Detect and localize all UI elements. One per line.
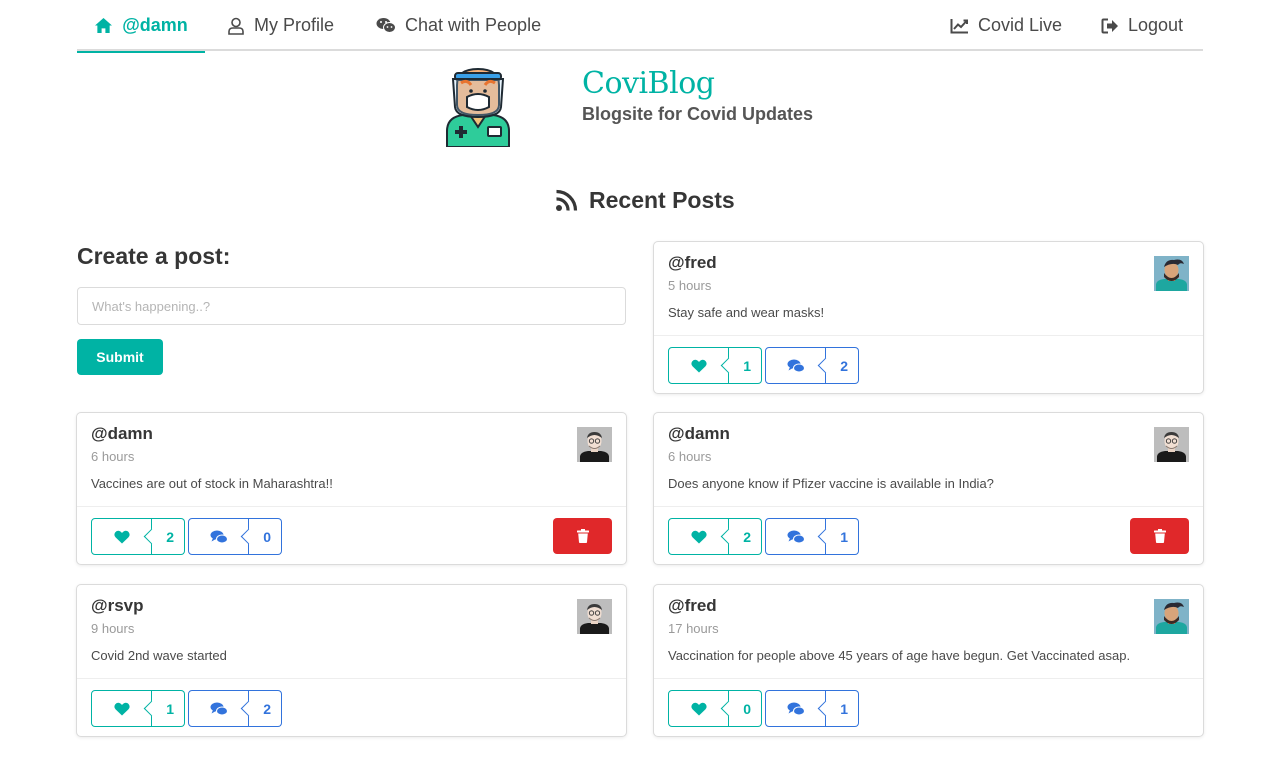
heart-icon <box>113 702 130 716</box>
comment-control: 0 <box>188 518 282 555</box>
delete-post-button[interactable] <box>553 518 612 554</box>
delete-post-button[interactable] <box>1130 518 1189 554</box>
site-title: CoviBlog <box>582 66 715 101</box>
post-time: 6 hours <box>668 449 712 464</box>
post-text: Vaccination for people above 45 years of… <box>668 648 1131 663</box>
trash-icon <box>576 529 589 543</box>
avatar <box>1154 256 1189 291</box>
post-time: 5 hours <box>668 278 712 293</box>
like-control: 0 <box>668 690 762 727</box>
card-divider <box>77 506 626 507</box>
nav-logout[interactable]: Logout <box>1101 0 1183 51</box>
comment-count[interactable]: 0 <box>249 518 282 555</box>
post-actions: 01 <box>668 690 859 727</box>
post-actions: 20 <box>91 518 282 555</box>
comment-count[interactable]: 2 <box>826 347 859 384</box>
nav-covid-live[interactable]: Covid Live <box>950 0 1062 51</box>
avatar <box>577 427 612 462</box>
post-username[interactable]: @fred <box>668 253 717 273</box>
wechat-icon <box>376 17 396 34</box>
like-count[interactable]: 1 <box>729 347 762 384</box>
heart-icon <box>690 359 707 373</box>
comments-icon <box>787 702 805 716</box>
home-icon <box>94 17 113 34</box>
post-actions: 12 <box>91 690 282 727</box>
post-actions: 12 <box>668 347 859 384</box>
create-post-title: Create a post: <box>77 243 231 269</box>
comment-count[interactable]: 1 <box>826 518 859 555</box>
avatar <box>577 599 612 634</box>
nav-covid-live-label: Covid Live <box>978 15 1063 35</box>
heart-icon <box>690 702 707 716</box>
post-username[interactable]: @fred <box>668 596 717 616</box>
nav-logout-label: Logout <box>1128 15 1184 35</box>
like-control: 2 <box>668 518 762 555</box>
heart-icon <box>690 530 707 544</box>
recent-posts-heading: Recent Posts <box>555 184 735 216</box>
nav-home[interactable]: @damn <box>77 0 205 53</box>
post-input[interactable] <box>77 287 626 325</box>
comment-control: 2 <box>765 347 859 384</box>
nav-my-profile-label: My Profile <box>254 15 335 35</box>
post-username[interactable]: @damn <box>91 424 153 444</box>
submit-button[interactable]: Submit <box>77 339 163 375</box>
post-text: Covid 2nd wave started <box>91 648 227 663</box>
comment-count[interactable]: 1 <box>826 690 859 727</box>
post-text: Stay safe and wear masks! <box>668 305 825 320</box>
post-card: @damn 6 hours Vaccines are out of stock in… <box>76 412 627 565</box>
like-control: 1 <box>91 690 185 727</box>
user-icon <box>227 17 245 35</box>
nav-my-profile[interactable]: My Profile <box>227 0 334 51</box>
comments-icon <box>787 530 805 544</box>
rss-icon <box>555 189 578 212</box>
post-actions: 21 <box>668 518 859 555</box>
top-navbar: @damn My Profile Chat with People Covid … <box>77 0 1203 53</box>
card-divider <box>77 678 626 679</box>
card-divider <box>654 506 1203 507</box>
post-username[interactable]: @rsvp <box>91 596 144 616</box>
like-control: 2 <box>91 518 185 555</box>
comments-icon <box>210 702 228 716</box>
post-card: @damn 6 hours Does anyone know if Pfizer v… <box>653 412 1204 565</box>
card-divider <box>654 678 1203 679</box>
trash-icon <box>1153 529 1166 543</box>
doctor-logo <box>443 65 513 148</box>
comments-icon <box>787 359 805 373</box>
like-count[interactable]: 2 <box>729 518 762 555</box>
post-username[interactable]: @damn <box>668 424 730 444</box>
comments-icon <box>210 530 228 544</box>
comment-control: 1 <box>765 518 859 555</box>
line-chart-icon <box>950 18 969 34</box>
like-control: 1 <box>668 347 762 384</box>
like-count[interactable]: 2 <box>152 518 185 555</box>
post-text: Does anyone know if Pfizer vaccine is av… <box>668 476 994 491</box>
post-time: 9 hours <box>91 621 135 636</box>
post-card: @fred 5 hours Stay safe and wear masks! 1 2 <box>653 241 1204 394</box>
nav-chat-label: Chat with People <box>405 15 542 35</box>
site-subtitle: Blogsite for Covid Updates <box>582 104 814 124</box>
heart-icon <box>113 530 130 544</box>
post-time: 17 hours <box>668 621 719 636</box>
post-time: 6 hours <box>91 449 135 464</box>
recent-posts-title: Recent Posts <box>589 186 735 213</box>
post-text: Vaccines are out of stock in Maharashtra… <box>91 476 333 491</box>
comment-count[interactable]: 2 <box>249 690 282 727</box>
nav-home-label: @damn <box>122 15 188 35</box>
nav-chat[interactable]: Chat with People <box>376 0 541 51</box>
sign-out-icon <box>1101 18 1119 34</box>
post-card: @fred 17 hours Vaccination for people abov… <box>653 584 1204 737</box>
card-divider <box>654 335 1203 336</box>
comment-control: 1 <box>765 690 859 727</box>
post-card: @rsvp 9 hours Covid 2nd wave started 1 2 <box>76 584 627 737</box>
avatar <box>1154 427 1189 462</box>
like-count[interactable]: 0 <box>729 690 762 727</box>
avatar <box>1154 599 1189 634</box>
comment-control: 2 <box>188 690 282 727</box>
like-count[interactable]: 1 <box>152 690 185 727</box>
